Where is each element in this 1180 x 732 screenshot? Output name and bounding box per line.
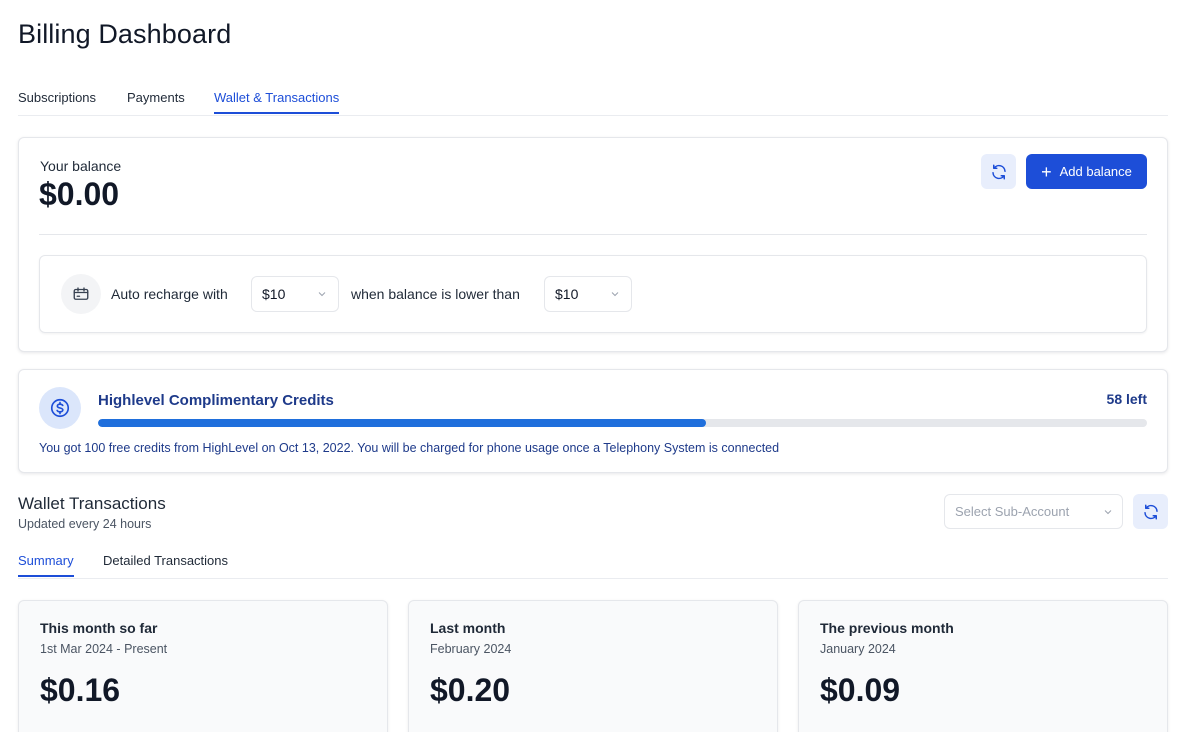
sub-account-select[interactable]: Select Sub-Account	[944, 494, 1123, 529]
month-summary-card: This month so far 1st Mar 2024 - Present…	[18, 600, 388, 732]
month-label: This month so far	[40, 620, 158, 636]
credits-title: Highlevel Complimentary Credits	[98, 392, 334, 409]
chevron-down-icon	[611, 292, 619, 297]
wallet-card-icon	[61, 274, 101, 314]
month-value: $0.09	[820, 672, 901, 708]
chevron-down-icon	[1104, 510, 1112, 515]
tab-summary[interactable]: Summary	[18, 553, 74, 577]
tab-subscriptions[interactable]: Subscriptions	[18, 90, 96, 105]
month-range: January 2024	[820, 642, 896, 656]
transaction-tabs: Summary Detailed Transactions	[18, 546, 1168, 579]
recharge-threshold-value: $10	[555, 286, 579, 302]
add-balance-button[interactable]: + Add balance	[1026, 154, 1147, 189]
auto-recharge-condition: when balance is lower than	[351, 286, 520, 302]
sub-account-placeholder: Select Sub-Account	[955, 504, 1070, 519]
refresh-icon	[991, 164, 1006, 179]
recharge-threshold-select[interactable]: $10	[544, 276, 632, 312]
month-label: The previous month	[820, 620, 954, 636]
credits-progress-bar	[98, 419, 1147, 427]
month-range: February 2024	[430, 642, 512, 656]
add-balance-label: Add balance	[1059, 164, 1132, 179]
balance-label: Your balance	[40, 158, 122, 174]
month-value: $0.20	[430, 672, 511, 708]
balance-card: Your balance $0.00 + Add balance Auto re…	[18, 137, 1168, 352]
balance-refresh-button[interactable]	[981, 154, 1016, 189]
auto-recharge-prefix: Auto recharge with	[111, 286, 228, 302]
tab-detailed-transactions[interactable]: Detailed Transactions	[103, 553, 228, 568]
tab-payments[interactable]: Payments	[127, 90, 185, 105]
auto-recharge-panel: Auto recharge with $10 when balance is l…	[39, 255, 1147, 333]
page-title: Billing Dashboard	[18, 19, 232, 49]
complimentary-credits-card: Highlevel Complimentary Credits 58 left …	[18, 369, 1168, 473]
balance-value: $0.00	[39, 176, 120, 212]
dollar-circle-icon	[39, 387, 81, 429]
recharge-amount-value: $10	[262, 286, 286, 302]
credits-description: You got 100 free credits from HighLevel …	[39, 441, 780, 455]
credits-remaining: 58 left	[1106, 391, 1147, 407]
recharge-amount-select[interactable]: $10	[251, 276, 339, 312]
month-value: $0.16	[40, 672, 121, 708]
month-label: Last month	[430, 620, 506, 636]
credits-progress-fill	[98, 419, 707, 427]
month-summary-card: The previous month January 2024 $0.09	[798, 600, 1168, 732]
plus-icon: +	[1041, 161, 1052, 182]
month-range: 1st Mar 2024 - Present	[40, 642, 168, 656]
tab-wallet-transactions[interactable]: Wallet & Transactions	[214, 90, 340, 114]
transactions-refresh-button[interactable]	[1133, 494, 1168, 529]
wallet-transactions-subtitle: Updated every 24 hours	[18, 517, 152, 531]
chevron-down-icon	[318, 292, 326, 297]
main-tabs: Subscriptions Payments Wallet & Transact…	[18, 80, 1168, 116]
refresh-icon	[1143, 504, 1158, 519]
divider	[39, 234, 1147, 235]
wallet-transactions-title: Wallet Transactions	[18, 494, 166, 513]
month-summary-card: Last month February 2024 $0.20	[408, 600, 778, 732]
